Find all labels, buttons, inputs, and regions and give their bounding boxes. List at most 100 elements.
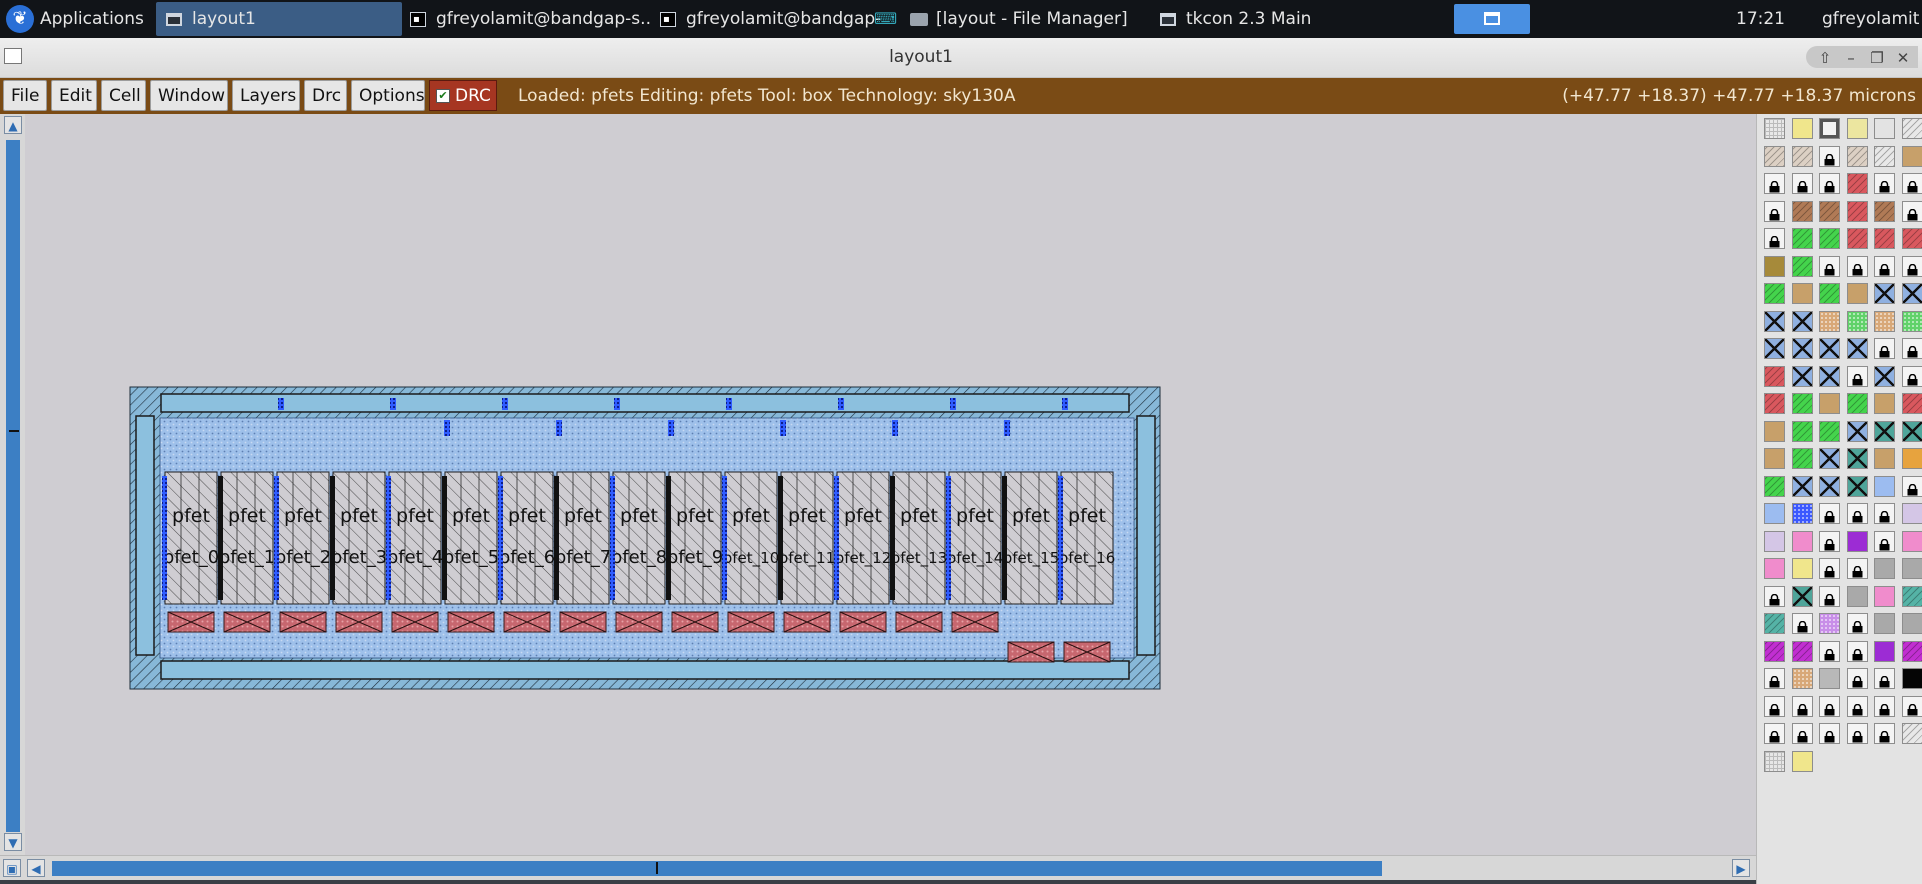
layer-swatch-lock[interactable] — [1874, 723, 1895, 744]
layer-swatch-beige-hatch[interactable] — [1846, 145, 1868, 167]
layer-swatch-lock[interactable] — [1819, 255, 1840, 277]
layer-swatch-lavender[interactable] — [1764, 530, 1785, 552]
layer-swatch-lock[interactable] — [1764, 723, 1785, 744]
menu-drc[interactable]: Drc — [304, 80, 347, 111]
pfet-gate[interactable] — [164, 471, 218, 605]
layer-swatch-tan[interactable] — [1791, 283, 1813, 304]
layer-swatch-lock[interactable] — [1874, 530, 1895, 552]
layer-swatch-blue-dots[interactable] — [1791, 503, 1813, 524]
layer-swatch-hatch[interactable] — [1901, 723, 1922, 744]
layer-swatch-black[interactable] — [1901, 668, 1922, 689]
task-layout1[interactable]: layout1 — [156, 2, 402, 36]
pfet-gate[interactable] — [276, 471, 330, 605]
layer-swatch-tan-dots[interactable] — [1874, 310, 1895, 332]
layer-swatch-green[interactable] — [1791, 420, 1813, 442]
pfet-gate[interactable] — [948, 471, 1002, 605]
layer-swatch-pink[interactable] — [1764, 558, 1785, 579]
layer-swatch-pale-yellow[interactable] — [1846, 118, 1868, 139]
pfet-gate[interactable] — [1004, 471, 1058, 605]
layer-swatch-lock[interactable] — [1846, 640, 1868, 662]
drc-checkbox[interactable]: ✔ — [436, 89, 450, 103]
layer-swatch-yellow[interactable] — [1791, 750, 1813, 772]
layer-swatch-blue-x[interactable] — [1819, 338, 1840, 359]
pfet-gate[interactable] — [220, 471, 274, 605]
user-name[interactable]: gfreyolamit — [1822, 2, 1922, 36]
layer-swatch-yellow[interactable] — [1791, 118, 1813, 139]
layer-swatch-green[interactable] — [1764, 283, 1785, 304]
pfet-gate[interactable] — [612, 471, 666, 605]
layer-swatch-lock[interactable] — [1819, 503, 1840, 524]
pfet-gate[interactable] — [724, 471, 778, 605]
layer-swatch-blue-x[interactable] — [1764, 338, 1785, 359]
layer-swatch-lock[interactable] — [1846, 668, 1868, 689]
layout-drawing[interactable]: pfet pfet_0 pfet pfet_1 pfet pfet_2 pfet pfet_3… — [25, 114, 1756, 855]
layer-swatch-lock[interactable] — [1901, 475, 1922, 497]
task-terminal-2[interactable]: ▪ gfreyolamit@bandgap- — [660, 2, 900, 36]
horizontal-scroll-thumb[interactable] — [52, 861, 1382, 876]
layer-swatch-red[interactable] — [1764, 365, 1785, 387]
layer-swatch-lock[interactable] — [1901, 338, 1922, 359]
layer-swatch-lock[interactable] — [1901, 695, 1922, 717]
scroll-down-icon[interactable]: ▼ — [4, 833, 22, 851]
pfet-gate[interactable] — [1060, 471, 1114, 605]
layer-swatch-light-blue[interactable] — [1874, 475, 1895, 497]
layer-swatch-lock[interactable] — [1764, 200, 1785, 222]
layer-swatch-blue-x[interactable] — [1791, 365, 1813, 387]
layer-swatch-lock[interactable] — [1901, 365, 1922, 387]
layer-swatch-tan[interactable] — [1901, 145, 1922, 167]
pfet-gate[interactable] — [780, 471, 834, 605]
layer-swatch-lock[interactable] — [1819, 145, 1840, 167]
layer-swatch-purple-dots[interactable] — [1819, 613, 1840, 634]
layer-swatch-brown[interactable] — [1791, 200, 1813, 222]
layer-swatch-orange[interactable] — [1901, 448, 1922, 469]
pfet-gate[interactable] — [836, 471, 890, 605]
xfce-logo-icon[interactable]: ❦ — [6, 5, 34, 33]
layer-swatch-magenta[interactable] — [1764, 640, 1785, 662]
layer-swatch-blue-x[interactable] — [1791, 475, 1813, 497]
layer-swatch-red[interactable] — [1764, 393, 1785, 414]
layer-swatch-hatch[interactable] — [1874, 145, 1895, 167]
layer-swatch-purple[interactable] — [1846, 530, 1868, 552]
layer-swatch-beige-hatch[interactable] — [1764, 145, 1785, 167]
layer-swatch-blue-x[interactable] — [1874, 283, 1895, 304]
layer-swatch-pink[interactable] — [1874, 585, 1895, 607]
layer-swatch-tan[interactable] — [1764, 448, 1785, 469]
layer-swatch-red[interactable] — [1846, 228, 1868, 249]
layer-swatch-lock[interactable] — [1819, 173, 1840, 194]
scroll-right-icon[interactable]: ▶ — [1732, 859, 1750, 877]
layer-swatch-tan[interactable] — [1819, 393, 1840, 414]
layer-swatch-green[interactable] — [1791, 255, 1813, 277]
layer-swatch-boxed[interactable] — [1819, 118, 1840, 139]
layer-swatch-grey[interactable] — [1874, 613, 1895, 634]
layer-swatch-beige-hatch[interactable] — [1791, 145, 1813, 167]
up-arrow-icon[interactable]: ⇧ — [1814, 48, 1836, 68]
layer-swatch-lock[interactable] — [1764, 228, 1785, 249]
layer-swatch-blue-x[interactable] — [1819, 475, 1840, 497]
layer-swatch-teal-x[interactable] — [1901, 420, 1922, 442]
layer-swatch-lock[interactable] — [1819, 695, 1840, 717]
layer-swatch-light-grey[interactable] — [1764, 750, 1785, 772]
layer-swatch-lock[interactable] — [1791, 723, 1813, 744]
layer-swatch-tan[interactable] — [1764, 420, 1785, 442]
layer-swatch-hatch[interactable] — [1901, 118, 1922, 139]
layer-palette[interactable] — [1756, 114, 1922, 884]
layer-swatch-blank[interactable] — [1874, 118, 1895, 139]
layer-swatch-grid[interactable] — [1764, 118, 1785, 139]
menu-options[interactable]: Options — [351, 80, 425, 111]
layer-swatch-lock[interactable] — [1819, 585, 1840, 607]
close-icon[interactable]: ✕ — [1892, 48, 1914, 68]
layer-swatch-grey[interactable] — [1874, 558, 1895, 579]
layer-swatch-lock[interactable] — [1819, 723, 1840, 744]
layer-swatch-red[interactable] — [1901, 393, 1922, 414]
pfet-gate[interactable] — [556, 471, 610, 605]
layer-swatch-teal-x[interactable] — [1846, 448, 1868, 469]
layer-swatch-magenta[interactable] — [1901, 640, 1922, 662]
drc-toggle[interactable]: ✔ DRC — [429, 80, 497, 111]
layer-swatch-blue-x[interactable] — [1846, 420, 1868, 442]
layer-swatch-green-dots[interactable] — [1846, 310, 1868, 332]
layer-swatch-blue-x[interactable] — [1791, 310, 1813, 332]
layer-swatch-grey[interactable] — [1901, 613, 1922, 634]
layer-swatch-lock[interactable] — [1846, 613, 1868, 634]
scroll-up-icon[interactable]: ▲ — [4, 116, 22, 134]
layer-swatch-green[interactable] — [1819, 283, 1840, 304]
